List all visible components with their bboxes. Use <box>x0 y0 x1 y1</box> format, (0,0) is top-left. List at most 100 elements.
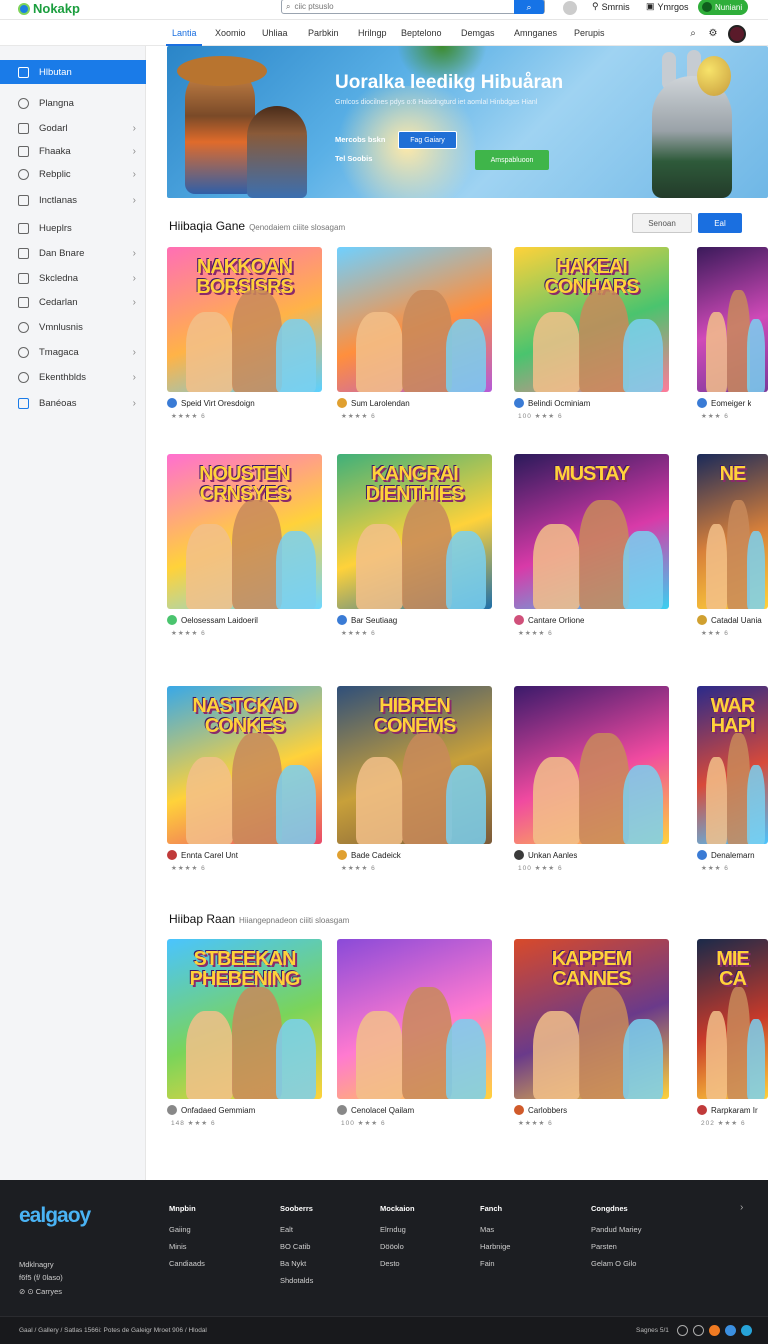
game-thumbnail[interactable]: NASTCKAD CONKES <box>167 686 322 844</box>
game-name-row[interactable]: Ennta Carel Unt <box>167 850 322 860</box>
game-name-row[interactable]: Sum Larolendan <box>337 398 492 408</box>
game-name-row[interactable]: Oelosessam Laidoeril <box>167 615 322 625</box>
footer-link[interactable]: Desto <box>380 1259 415 1268</box>
game-thumbnail[interactable]: NAKKOAN BORSISRS <box>167 247 322 392</box>
game-name-row[interactable]: Bar Seutiaag <box>337 615 492 625</box>
footer-link[interactable]: Shdotalds <box>280 1276 313 1285</box>
tab-0[interactable]: Lantia <box>172 28 197 38</box>
search-input[interactable] <box>290 0 511 13</box>
section-secondary-button[interactable]: Senoan <box>632 213 692 233</box>
game-thumbnail[interactable] <box>337 247 492 392</box>
game-name-row[interactable]: Carlobbers <box>514 1105 669 1115</box>
sidebar-item-9[interactable]: Cedarlan › <box>0 290 146 314</box>
sidebar-item-11[interactable]: Tmagaca › <box>0 340 146 364</box>
game-thumbnail[interactable]: NE <box>697 454 768 609</box>
game-card[interactable]: MIE CA Rarpkaram Ir 202 ★★★ 6 <box>697 939 768 1127</box>
account-pill[interactable]: Nuniani <box>698 0 748 15</box>
footer-link[interactable]: Gelam O Gilo <box>591 1259 641 1268</box>
game-card[interactable]: Cenolacel Qailam 100 ★★★ 6 <box>337 939 492 1127</box>
footer-link[interactable]: Dööolo <box>380 1242 415 1251</box>
game-name-row[interactable]: Speid Virt Oresdoign <box>167 398 322 408</box>
game-card[interactable]: NOUSTEN CRNSYES Oelosessam Laidoeril ★★★★ … <box>167 454 322 637</box>
game-thumbnail[interactable] <box>514 686 669 844</box>
section-primary-button[interactable]: Eal <box>698 213 742 233</box>
footer-logo[interactable]: ealgaoy <box>19 1204 91 1228</box>
footer-link[interactable]: Ba Nykt <box>280 1259 313 1268</box>
game-card[interactable]: HIBREN CONEMS Bade Cadeick ★★★★ 6 <box>337 686 492 872</box>
footer-link[interactable]: Elrndug <box>380 1225 415 1234</box>
footer-link[interactable]: Fain <box>480 1259 510 1268</box>
game-name-row[interactable]: Cenolacel Qailam <box>337 1105 492 1115</box>
sidebar-item-2[interactable]: Godarl › <box>0 116 146 140</box>
top-action-2[interactable]: ▣ Ymrgos <box>646 1 689 12</box>
sidebar-item-10[interactable]: Vmnlusnis <box>0 315 146 339</box>
game-card[interactable]: Unkan Aanles 100 ★★★ 6 <box>514 686 669 872</box>
game-thumbnail[interactable] <box>337 939 492 1099</box>
sidebar-item-6[interactable]: Hueplrs <box>0 216 146 240</box>
game-card[interactable]: NAKKOAN BORSISRS Speid Virt Oresdoign ★★★★… <box>167 247 322 420</box>
game-card[interactable]: HAKEAI CONHARS Belindi Ocminiam 100 ★★★ 6 <box>514 247 669 420</box>
footer-link[interactable]: Parsten <box>591 1242 641 1251</box>
game-thumbnail[interactable] <box>697 247 768 392</box>
search-box[interactable]: ⌕ ⌕ <box>281 0 545 14</box>
game-thumbnail[interactable]: MUSTAY <box>514 454 669 609</box>
game-name-row[interactable]: Denalemarn <box>697 850 768 860</box>
footer-link[interactable]: Minis <box>169 1242 205 1251</box>
settings-icon[interactable]: ⚙ <box>706 26 720 40</box>
tab-5[interactable]: Beptelono <box>401 28 442 38</box>
chevron-right-icon[interactable]: › <box>740 1202 743 1213</box>
game-name-row[interactable]: Eomeiger k <box>697 398 768 408</box>
game-card[interactable]: KANGRAI DIENTHIES Bar Seutiaag ★★★★ 6 <box>337 454 492 637</box>
sidebar-item-0[interactable]: Hlbutan <box>0 60 146 84</box>
social-icon-2[interactable] <box>741 1325 752 1336</box>
game-card[interactable]: NE Catadal Uania ★★★ 6 <box>697 454 768 637</box>
footer-link[interactable]: Pandud Mariey <box>591 1225 641 1234</box>
game-name-row[interactable]: Onfadaed Gemmiam <box>167 1105 322 1115</box>
footer-info[interactable]: ⊘ ⊙ Carryes <box>19 1287 62 1296</box>
sidebar-item-5[interactable]: Inctlanas › <box>0 188 146 212</box>
search-icon[interactable]: ⌕ <box>686 26 700 40</box>
footer-link[interactable]: Mas <box>480 1225 510 1234</box>
game-thumbnail[interactable]: HAKEAI CONHARS <box>514 247 669 392</box>
game-card[interactable]: WAR HAPI Denalemarn ★★★ 6 <box>697 686 768 872</box>
info-icon[interactable] <box>693 1325 704 1336</box>
footer-link[interactable]: Candiaads <box>169 1259 205 1268</box>
top-action-1[interactable]: ⚲ Smrnis <box>592 1 630 12</box>
game-card[interactable]: KAPPEM CANNES Carlobbers ★★★★ 6 <box>514 939 669 1127</box>
game-name-row[interactable]: Belindi Ocminiam <box>514 398 669 408</box>
tab-8[interactable]: Perupis <box>574 28 605 38</box>
tab-6[interactable]: Demgas <box>461 28 495 38</box>
sidebar-item-1[interactable]: Plangna <box>0 91 146 115</box>
game-name-row[interactable]: Catadal Uania <box>697 615 768 625</box>
sidebar-item-13[interactable]: Banéoas › <box>0 391 146 415</box>
footer-link[interactable]: BO Catib <box>280 1242 313 1251</box>
tab-3[interactable]: Parbkin <box>308 28 339 38</box>
hero-secondary-button[interactable]: Amspabluoon <box>475 150 549 170</box>
tab-7[interactable]: Amnganes <box>514 28 557 38</box>
game-card[interactable]: Eomeiger k ★★★ 6 <box>697 247 768 420</box>
user-avatar[interactable] <box>563 1 577 15</box>
game-card[interactable]: MUSTAY Cantare Orlione ★★★★ 6 <box>514 454 669 637</box>
sidebar-item-7[interactable]: Dan Bnare › <box>0 241 146 265</box>
game-card[interactable]: STBEEKAN PHEBENING Onfadaed Gemmiam 148 ★★… <box>167 939 322 1127</box>
tab-4[interactable]: Hrilngp <box>358 28 387 38</box>
game-name-row[interactable]: Unkan Aanles <box>514 850 669 860</box>
game-thumbnail[interactable]: KAPPEM CANNES <box>514 939 669 1099</box>
footer-link[interactable]: Gaiing <box>169 1225 205 1234</box>
game-name-row[interactable]: Cantare Orlione <box>514 615 669 625</box>
game-thumbnail[interactable]: HIBREN CONEMS <box>337 686 492 844</box>
game-card[interactable]: NASTCKAD CONKES Ennta Carel Unt ★★★★ 6 <box>167 686 322 872</box>
game-thumbnail[interactable]: STBEEKAN PHEBENING <box>167 939 322 1099</box>
game-name-row[interactable]: Rarpkaram Ir <box>697 1105 768 1115</box>
sidebar-item-4[interactable]: Rebplic › <box>0 162 146 186</box>
game-thumbnail[interactable]: NOUSTEN CRNSYES <box>167 454 322 609</box>
tab-2[interactable]: Uhliaa <box>262 28 288 38</box>
share-icon[interactable] <box>709 1325 720 1336</box>
hero-primary-button[interactable]: Fag Gaiary <box>398 131 457 149</box>
game-card[interactable]: Sum Larolendan ★★★★ 6 <box>337 247 492 420</box>
game-thumbnail[interactable]: KANGRAI DIENTHIES <box>337 454 492 609</box>
help-icon[interactable] <box>677 1325 688 1336</box>
sidebar-item-12[interactable]: Ekenthblds › <box>0 365 146 389</box>
sidebar-item-3[interactable]: Fhaaka › <box>0 139 146 163</box>
game-thumbnail[interactable]: WAR HAPI <box>697 686 768 844</box>
